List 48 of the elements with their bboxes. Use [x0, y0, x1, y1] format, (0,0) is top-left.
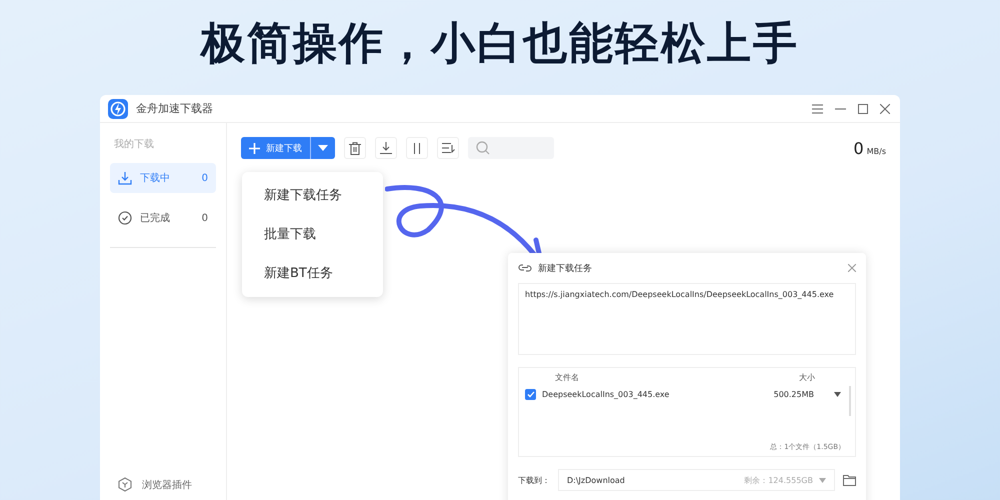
caret-icon	[819, 478, 826, 482]
speed-value: 0	[854, 138, 864, 158]
url-input-field[interactable]: https://s.jiangxiatech.com/DeepseekLocalIns/DeepseekLocalIns_003_445.exe	[518, 283, 856, 355]
save-to-label: 下载到：	[518, 474, 550, 486]
download-button[interactable]	[375, 137, 397, 159]
speed-unit: MB/s	[866, 146, 886, 156]
dialog-title: 新建下载任务	[538, 262, 592, 274]
close-icon[interactable]	[848, 264, 856, 272]
lightning-logo-icon	[108, 98, 128, 118]
window-title: 金舟加速下载器	[136, 101, 213, 116]
search-field[interactable]	[468, 137, 554, 159]
minimize-icon[interactable]	[835, 108, 846, 110]
file-size: 500.25MB	[774, 390, 814, 399]
sidebar-heading: 我的下载	[113, 138, 155, 152]
cube-icon	[118, 477, 132, 492]
dropdown-button[interactable]	[310, 137, 335, 159]
column-header: 文件名	[555, 372, 579, 383]
menu-item[interactable]: 批量下载	[242, 215, 383, 254]
file-name: DeepseekLocalIns_003_445.exe	[542, 390, 670, 399]
maximize-icon[interactable]	[858, 104, 868, 114]
trash-icon	[349, 142, 361, 154]
browser-plugin-item[interactable]: 浏览器插件	[110, 477, 216, 500]
close-icon[interactable]	[880, 104, 890, 114]
sort-icon	[442, 143, 454, 153]
new-download-button[interactable]: 新建下载	[241, 137, 310, 159]
pause-button[interactable]	[406, 137, 428, 159]
download-icon	[380, 142, 392, 154]
column-header: 大小	[799, 372, 816, 383]
sort-button[interactable]	[437, 137, 459, 159]
search-icon	[476, 141, 490, 155]
menu-item[interactable]: 新建下载任务	[242, 176, 383, 215]
download-icon	[118, 171, 132, 185]
pause-icon	[414, 142, 420, 154]
menu-item[interactable]: 新建BT任务	[242, 254, 383, 293]
plus-icon	[249, 142, 260, 154]
check-circle-icon	[118, 211, 132, 225]
caret-icon[interactable]	[834, 392, 841, 397]
sidebar-item[interactable]: 已完成 0	[110, 203, 216, 233]
sidebar-item[interactable]: 下载中 0	[110, 163, 216, 193]
caret-icon	[318, 145, 328, 151]
link-icon	[518, 263, 532, 273]
delete-button[interactable]	[344, 137, 366, 159]
folder-icon[interactable]	[843, 474, 856, 486]
headline: 极简操作，小白也能轻松上手	[201, 17, 799, 71]
free-space: 剩余：124.555GB	[744, 474, 813, 486]
save-path-field[interactable]: D:\JzDownload 剩余：124.555GB	[558, 469, 835, 491]
menu-icon[interactable]	[812, 104, 823, 114]
checkbox[interactable]	[525, 389, 536, 400]
